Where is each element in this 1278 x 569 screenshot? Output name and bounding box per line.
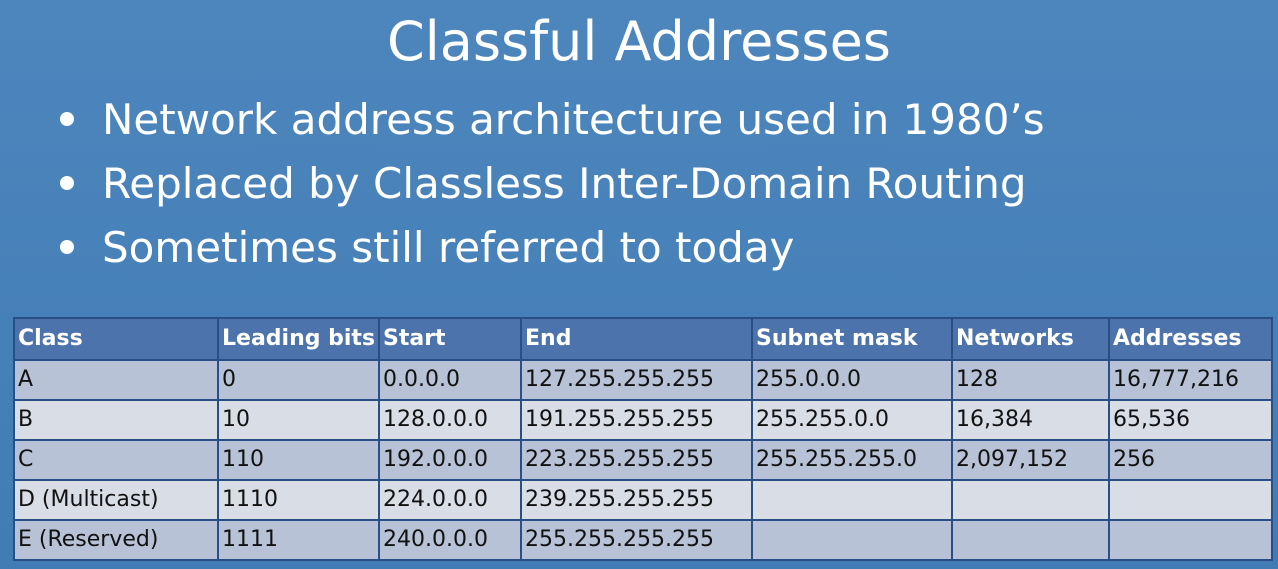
header-start: Start <box>380 319 520 359</box>
table-row: E (Reserved) 1111 240.0.0.0 255.255.255.… <box>15 521 1271 559</box>
bullet-text: Network address architecture used in 198… <box>102 95 1045 144</box>
cell-subnet-mask <box>753 521 951 559</box>
cell-addresses <box>1110 521 1271 559</box>
cell-addresses: 256 <box>1110 441 1271 479</box>
header-networks: Networks <box>953 319 1108 359</box>
cell-leading-bits: 1110 <box>219 481 378 519</box>
cell-networks <box>953 521 1108 559</box>
table-row: C 110 192.0.0.0 223.255.255.255 255.255.… <box>15 441 1271 479</box>
header-end: End <box>522 319 751 359</box>
cell-networks: 2,097,152 <box>953 441 1108 479</box>
cell-leading-bits: 0 <box>219 361 378 399</box>
cell-leading-bits: 110 <box>219 441 378 479</box>
bullet-dot-icon <box>60 112 74 126</box>
cell-leading-bits: 10 <box>219 401 378 439</box>
header-leading-bits: Leading bits <box>219 319 378 359</box>
cell-subnet-mask <box>753 481 951 519</box>
cell-addresses: 65,536 <box>1110 401 1271 439</box>
cell-start: 0.0.0.0 <box>380 361 520 399</box>
table-header-row: Class Leading bits Start End Subnet mask… <box>15 319 1271 359</box>
header-class: Class <box>15 319 217 359</box>
bullet-item: Sometimes still referred to today <box>56 216 1045 280</box>
cell-start: 128.0.0.0 <box>380 401 520 439</box>
bullet-text: Replaced by Classless Inter-Domain Routi… <box>102 159 1027 208</box>
slide-title: Classful Addresses <box>387 10 891 73</box>
slide: Classful Addresses Network address archi… <box>0 0 1278 569</box>
cell-subnet-mask: 255.0.0.0 <box>753 361 951 399</box>
cell-end: 127.255.255.255 <box>522 361 751 399</box>
cell-addresses <box>1110 481 1271 519</box>
bullet-text: Sometimes still referred to today <box>102 223 795 272</box>
cell-networks: 128 <box>953 361 1108 399</box>
bullet-list: Network address architecture used in 198… <box>56 88 1045 280</box>
cell-addresses: 16,777,216 <box>1110 361 1271 399</box>
bullet-dot-icon <box>60 176 74 190</box>
classful-address-table: Class Leading bits Start End Subnet mask… <box>13 317 1273 561</box>
cell-networks <box>953 481 1108 519</box>
cell-class: D (Multicast) <box>15 481 217 519</box>
cell-class: B <box>15 401 217 439</box>
cell-subnet-mask: 255.255.0.0 <box>753 401 951 439</box>
cell-end: 255.255.255.255 <box>522 521 751 559</box>
cell-end: 223.255.255.255 <box>522 441 751 479</box>
cell-start: 240.0.0.0 <box>380 521 520 559</box>
cell-class: C <box>15 441 217 479</box>
cell-class: A <box>15 361 217 399</box>
bullet-dot-icon <box>60 240 74 254</box>
cell-start: 192.0.0.0 <box>380 441 520 479</box>
header-subnet-mask: Subnet mask <box>753 319 951 359</box>
cell-leading-bits: 1111 <box>219 521 378 559</box>
table-row: B 10 128.0.0.0 191.255.255.255 255.255.0… <box>15 401 1271 439</box>
bullet-item: Replaced by Classless Inter-Domain Routi… <box>56 152 1045 216</box>
bullet-item: Network address architecture used in 198… <box>56 88 1045 152</box>
cell-end: 239.255.255.255 <box>522 481 751 519</box>
table-row: A 0 0.0.0.0 127.255.255.255 255.0.0.0 12… <box>15 361 1271 399</box>
cell-end: 191.255.255.255 <box>522 401 751 439</box>
cell-class: E (Reserved) <box>15 521 217 559</box>
cell-networks: 16,384 <box>953 401 1108 439</box>
cell-subnet-mask: 255.255.255.0 <box>753 441 951 479</box>
table-row: D (Multicast) 1110 224.0.0.0 239.255.255… <box>15 481 1271 519</box>
cell-start: 224.0.0.0 <box>380 481 520 519</box>
header-addresses: Addresses <box>1110 319 1271 359</box>
